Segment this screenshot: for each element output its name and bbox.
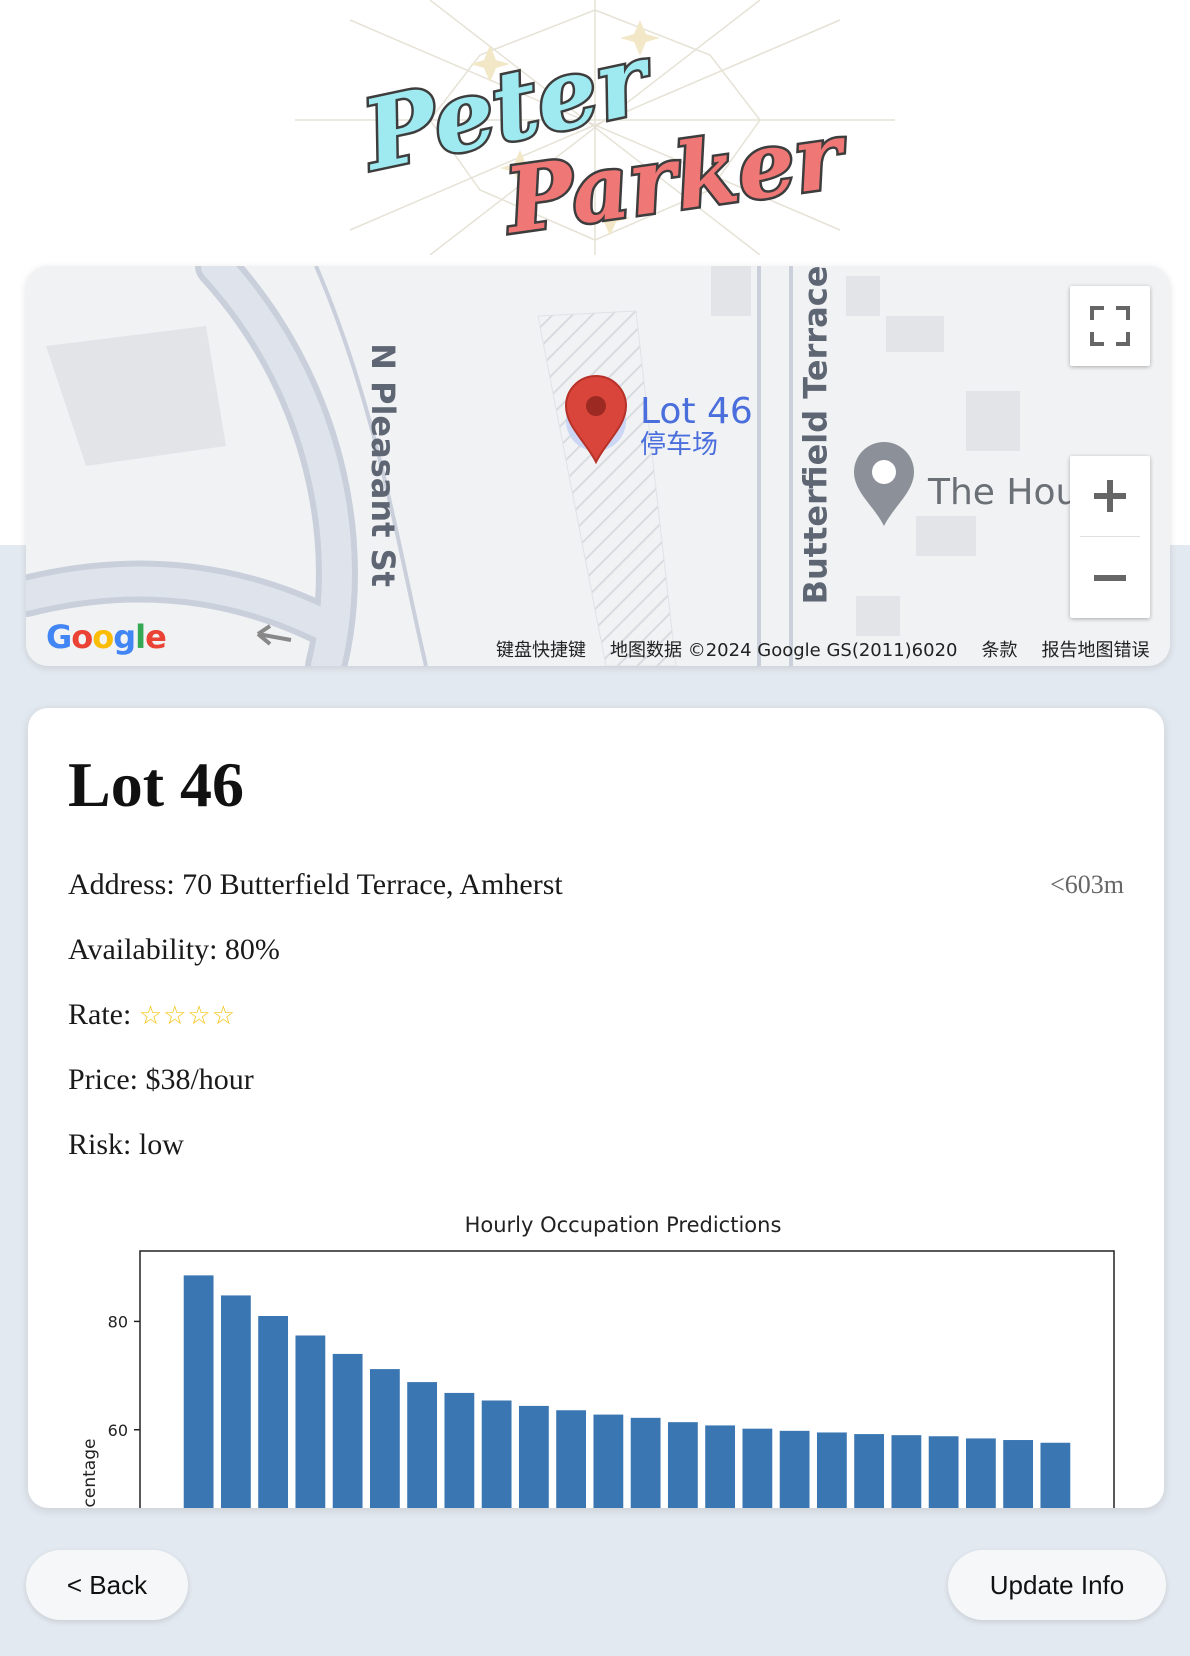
map-footer: 键盘快捷键 地图数据 ©2024 Google GS(2011)6020 条款 …	[496, 636, 1149, 662]
chart-title: Hourly Occupation Predictions	[465, 1213, 782, 1237]
chart-bar	[630, 1417, 661, 1508]
map-data-attribution: 地图数据 ©2024 Google GS(2011)6020	[610, 640, 958, 661]
chart-bar	[854, 1434, 885, 1508]
lot-title: Lot 46	[68, 749, 244, 820]
marker-title: Lot 46	[640, 391, 753, 432]
lot-risk: Risk: low	[68, 1128, 184, 1161]
chart-bar	[183, 1275, 214, 1508]
fullscreen-button[interactable]	[1070, 286, 1150, 366]
street-label-n-pleasant: N Pleasant St	[363, 343, 402, 587]
google-logo[interactable]: Google	[46, 618, 167, 656]
peter-parker-logo: Peter Parker	[290, 0, 900, 257]
zoom-divider	[1080, 536, 1140, 537]
poi-label[interactable]: The Hou	[928, 472, 1078, 513]
chart-bar	[705, 1425, 736, 1508]
chart-bar	[258, 1316, 289, 1508]
chart-bar	[1040, 1442, 1071, 1508]
chart-bar	[220, 1295, 251, 1508]
lot-address: Address: 70 Butterfield Terrace, Amherst	[68, 868, 563, 901]
y-tick-label: 80	[108, 1312, 128, 1331]
chart-bar	[295, 1335, 326, 1508]
lot-rate: Rate: ☆☆☆☆	[68, 998, 236, 1032]
chart-bar	[1003, 1440, 1034, 1508]
chart-bar	[965, 1438, 996, 1508]
chart-bar	[444, 1392, 475, 1508]
chart-bar	[518, 1405, 549, 1508]
chart-bar	[816, 1432, 847, 1508]
terms-link[interactable]: 条款	[981, 636, 1017, 662]
occupation-chart: Hourly Occupation Predictions 60 80 centa…	[68, 1208, 1128, 1508]
chart-bar	[891, 1435, 922, 1508]
back-button[interactable]: < Back	[26, 1550, 188, 1620]
lot-price: Price: $38/hour	[68, 1063, 254, 1096]
fullscreen-icon	[1090, 306, 1130, 346]
map-view[interactable]: N Pleasant St Butterfield Terrace Lot 46…	[26, 266, 1170, 666]
map-marker-label[interactable]: Lot 46 停车场	[640, 391, 753, 460]
lot-availability: Availability: 80%	[68, 933, 280, 966]
street-label-butterfield: Butterfield Terrace	[796, 266, 835, 605]
rate-label: Rate:	[68, 998, 139, 1031]
chart-bar	[928, 1436, 959, 1508]
y-tick-label: 60	[108, 1421, 128, 1440]
chart-ylabel: centage	[80, 1439, 100, 1508]
lot-distance: <603m	[1050, 870, 1124, 899]
marker-subtitle: 停车场	[640, 430, 719, 460]
chart-bar	[369, 1369, 400, 1508]
chart-bar	[667, 1422, 698, 1508]
chart-bar	[407, 1382, 438, 1508]
zoom-out-button[interactable]	[1070, 538, 1150, 618]
minus-icon	[1094, 575, 1126, 581]
zoom-controls	[1070, 456, 1150, 618]
lot-details-card: Lot 46 Address: 70 Butterfield Terrace, …	[28, 708, 1164, 1508]
chart-bar	[593, 1414, 624, 1508]
chart-bar	[742, 1428, 773, 1508]
chart-bar	[481, 1400, 512, 1508]
report-error-link[interactable]: 报告地图错误	[1041, 636, 1149, 662]
zoom-in-button[interactable]	[1070, 456, 1150, 536]
chart-bar	[779, 1430, 810, 1508]
chart-bar	[332, 1353, 363, 1508]
star-rating-icon: ☆☆☆☆	[138, 1001, 237, 1031]
chart-bar	[556, 1410, 587, 1508]
update-info-button[interactable]: Update Info	[948, 1550, 1166, 1620]
keyboard-shortcuts-link[interactable]: 键盘快捷键	[496, 636, 586, 662]
plus-icon	[1094, 480, 1126, 512]
